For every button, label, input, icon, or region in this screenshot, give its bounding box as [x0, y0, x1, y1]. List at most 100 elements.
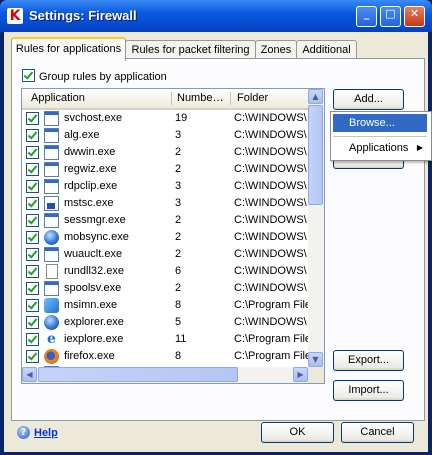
row-checkbox[interactable] [26, 129, 39, 142]
row-checkbox[interactable] [26, 163, 39, 176]
rule-count-cell: 3 [175, 129, 182, 141]
export-button[interactable]: Export... [333, 350, 404, 371]
rule-count-cell: 2 [175, 163, 182, 175]
table-row[interactable]: svchost.exe 19 C:\WINDOWS\ [22, 110, 308, 127]
table-row[interactable]: spoolsv.exe 2 C:\WINDOWS\ [22, 280, 308, 297]
column-header-folder[interactable]: Folder [237, 92, 307, 104]
table-row[interactable]: rundll32.exe 6 C:\WINDOWS\ [22, 263, 308, 280]
minimize-button[interactable]: _ [356, 6, 377, 27]
row-checkbox[interactable] [26, 265, 39, 278]
add-button[interactable]: Add... [333, 89, 404, 110]
menu-item-browse[interactable]: Browse... [333, 114, 427, 132]
row-checkbox[interactable] [26, 231, 39, 244]
kaspersky-app-icon: K [7, 8, 23, 24]
title-bar[interactable]: K Settings: Firewall _ □ ✕ [0, 0, 432, 32]
app-name-cell: wuauclt.exe [64, 248, 123, 260]
row-checkbox[interactable] [26, 282, 39, 295]
help-link[interactable]: Help [34, 427, 58, 439]
rule-count-cell: 11 [175, 333, 187, 345]
remote-desktop-icon [44, 196, 59, 211]
globe-icon [44, 315, 59, 330]
row-checkbox[interactable] [26, 197, 39, 210]
import-button[interactable]: Import... [333, 380, 404, 401]
table-row[interactable]: e iexplore.exe 11 C:\Program File [22, 331, 308, 348]
table-row[interactable]: msimn.exe 8 C:\Program File [22, 297, 308, 314]
table-row[interactable]: regwiz.exe 2 C:\WINDOWS\ [22, 161, 308, 178]
vertical-scrollbar[interactable]: ▲ ▼ [308, 89, 324, 367]
table-row[interactable]: alg.exe 3 C:\WINDOWS\ [22, 127, 308, 144]
window-icon [44, 128, 59, 143]
tab-rules-for-packet-filtering[interactable]: Rules for packet filtering [125, 40, 256, 59]
group-rules-checkbox[interactable] [22, 69, 35, 82]
table-row[interactable]: mobsync.exe 2 C:\WINDOWS\ [22, 229, 308, 246]
app-name-cell: sessmgr.exe [64, 214, 126, 226]
app-name-cell: mstsc.exe [64, 197, 114, 209]
window-icon [44, 111, 59, 126]
table-row[interactable]: firefox.exe 8 C:\Program File [22, 348, 308, 365]
app-name-cell: rdpclip.exe [64, 180, 118, 192]
menu-item-applications[interactable]: Applications ▶ [333, 139, 427, 157]
horizontal-scroll-thumb[interactable] [38, 367, 238, 382]
rule-count-cell: 2 [175, 248, 182, 260]
row-checkbox[interactable] [26, 180, 39, 193]
app-name-cell: rundll32.exe [64, 265, 124, 277]
menu-item-applications-label: Applications [349, 142, 409, 154]
column-header-application[interactable]: Application [31, 92, 171, 104]
app-name-cell: firefox.exe [64, 350, 115, 362]
row-checkbox[interactable] [26, 248, 39, 261]
row-checkbox[interactable] [26, 350, 39, 363]
horizontal-scrollbar[interactable]: ◀ ▶ [22, 367, 308, 383]
folder-cell: C:\Program File [234, 299, 308, 311]
table-row[interactable]: explorer.exe 5 C:\WINDOWS\ [22, 314, 308, 331]
window-icon [44, 213, 59, 228]
table-row[interactable]: sessmgr.exe 2 C:\WINDOWS\ [22, 212, 308, 229]
submenu-arrow-icon: ▶ [416, 143, 423, 152]
row-checkbox[interactable] [26, 146, 39, 159]
row-checkbox[interactable] [26, 214, 39, 227]
folder-cell: C:\WINDOWS\ [234, 248, 307, 260]
add-dropdown-menu: Browse... Applications ▶ [330, 111, 432, 161]
folder-cell: C:\Program File [234, 350, 308, 362]
folder-cell: C:\WINDOWS\ [234, 316, 307, 328]
dialog-body: Rules for applications Rules for packet … [4, 32, 428, 452]
scroll-right-button[interactable]: ▶ [293, 367, 308, 382]
scroll-up-button[interactable]: ▲ [308, 89, 323, 104]
folder-cell: C:\WINDOWS\ [234, 180, 307, 192]
maximize-button[interactable]: □ [380, 6, 401, 27]
rule-count-cell: 5 [175, 316, 182, 328]
vertical-scroll-thumb[interactable] [308, 105, 323, 205]
applications-list[interactable]: Application Numbe… Folder svchost.exe 19 C… [21, 88, 325, 384]
row-checkbox[interactable] [26, 333, 39, 346]
cancel-button[interactable]: Cancel [341, 422, 414, 443]
folder-cell: C:\WINDOWS\ [234, 163, 307, 175]
table-row[interactable]: mstsc.exe 3 C:\WINDOWS\ [22, 195, 308, 212]
table-row[interactable]: rdpclip.exe 3 C:\WINDOWS\ [22, 178, 308, 195]
close-button[interactable]: ✕ [404, 6, 425, 27]
scroll-left-button[interactable]: ◀ [22, 367, 37, 382]
row-checkbox[interactable] [26, 299, 39, 312]
rule-count-cell: 6 [175, 265, 182, 277]
menu-separator [333, 136, 427, 137]
app-name-cell: mobsync.exe [64, 231, 129, 243]
folder-cell: C:\WINDOWS\ [234, 231, 307, 243]
firefox-icon [44, 349, 59, 364]
scrollbar-corner [308, 367, 324, 383]
column-header-number[interactable]: Numbe… [177, 92, 229, 104]
app-name-cell: msimn.exe [64, 299, 118, 311]
rule-count-cell: 8 [175, 299, 182, 311]
scroll-down-button[interactable]: ▼ [308, 352, 323, 367]
help-icon[interactable]: ? [17, 426, 30, 439]
column-divider[interactable] [230, 92, 231, 105]
row-checkbox[interactable] [26, 316, 39, 329]
app-name-cell: dwwin.exe [64, 146, 116, 158]
tab-zones[interactable]: Zones [255, 40, 297, 59]
table-row[interactable]: wuauclt.exe 2 C:\WINDOWS\ [22, 246, 308, 263]
tab-rules-for-applications[interactable]: Rules for applications [11, 37, 126, 61]
rule-count-cell: 2 [175, 231, 182, 243]
folder-cell: C:\Program File [234, 333, 308, 345]
column-divider[interactable] [171, 92, 172, 105]
table-row[interactable]: dwwin.exe 2 C:\WINDOWS\ [22, 144, 308, 161]
row-checkbox[interactable] [26, 112, 39, 125]
ok-button[interactable]: OK [261, 422, 334, 443]
tab-additional[interactable]: Additional [296, 40, 357, 59]
